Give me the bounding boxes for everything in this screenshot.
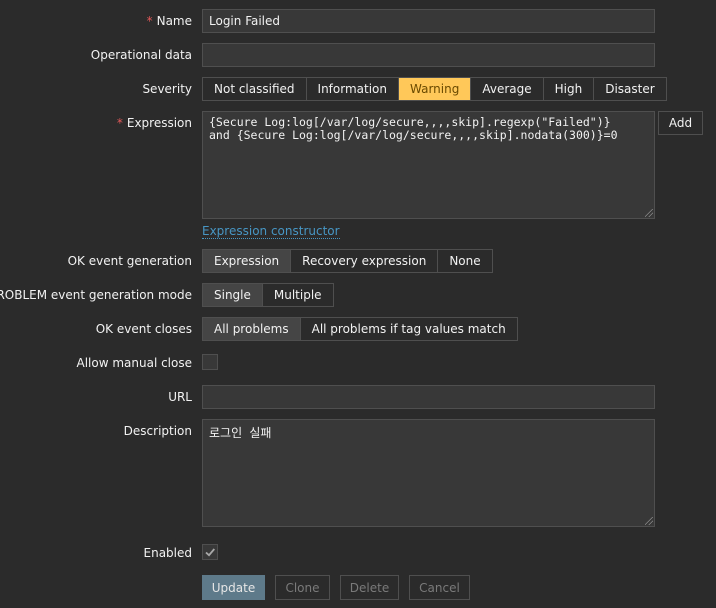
operational-data-label: Operational data [90, 48, 192, 62]
severity-average[interactable]: Average [471, 78, 544, 100]
ok-event-generation-label: OK event generation [67, 254, 192, 268]
expression-field-wrapper [202, 111, 655, 219]
severity-warning[interactable]: Warning [399, 78, 472, 100]
severity-selector: Not classified Information Warning Avera… [202, 77, 667, 101]
url-input[interactable] [202, 385, 655, 409]
resize-handle-icon[interactable] [645, 209, 653, 217]
name-label: * Name [146, 14, 192, 28]
required-asterisk: * [116, 116, 123, 130]
name-input[interactable] [202, 9, 655, 33]
problem-mode-multiple[interactable]: Multiple [263, 284, 333, 306]
severity-label: Severity [142, 82, 192, 96]
problem-mode-selector: Single Multiple [202, 283, 334, 307]
description-field-wrapper [202, 419, 655, 527]
clone-button[interactable]: Clone [275, 575, 330, 600]
severity-disaster[interactable]: Disaster [594, 78, 665, 100]
problem-mode-label: PROBLEM event generation mode [0, 288, 192, 302]
resize-handle-icon[interactable] [645, 517, 653, 525]
description-label: Description [123, 424, 192, 438]
expression-textarea[interactable] [202, 111, 655, 219]
expression-constructor-link[interactable]: Expression constructor [202, 224, 340, 239]
description-textarea[interactable] [202, 419, 655, 527]
ok-closes-all-problems[interactable]: All problems [203, 318, 301, 340]
ok-gen-recovery-expression[interactable]: Recovery expression [291, 250, 439, 272]
required-asterisk: * [146, 14, 153, 28]
update-button[interactable]: Update [202, 575, 265, 600]
cancel-button[interactable]: Cancel [409, 575, 470, 600]
url-label: URL [168, 390, 192, 404]
allow-manual-close-checkbox[interactable] [202, 354, 218, 370]
allow-manual-close-label: Allow manual close [76, 356, 192, 370]
ok-closes-tag-match[interactable]: All problems if tag values match [301, 318, 517, 340]
ok-event-closes-label: OK event closes [95, 322, 192, 336]
enabled-checkbox[interactable] [202, 544, 218, 560]
severity-information[interactable]: Information [307, 78, 399, 100]
checkmark-icon [205, 548, 215, 557]
problem-mode-single[interactable]: Single [203, 284, 263, 306]
severity-high[interactable]: High [544, 78, 595, 100]
expression-label: * Expression [116, 116, 192, 130]
delete-button[interactable]: Delete [340, 575, 399, 600]
ok-gen-expression[interactable]: Expression [203, 250, 292, 272]
ok-gen-none[interactable]: None [438, 250, 491, 272]
expression-add-button[interactable]: Add [658, 111, 703, 135]
enabled-label: Enabled [143, 546, 193, 560]
ok-event-closes-selector: All problems All problems if tag values … [202, 317, 518, 341]
operational-data-input[interactable] [202, 43, 655, 67]
ok-event-generation-selector: Expression Recovery expression None [202, 249, 493, 273]
severity-not-classified[interactable]: Not classified [203, 78, 307, 100]
